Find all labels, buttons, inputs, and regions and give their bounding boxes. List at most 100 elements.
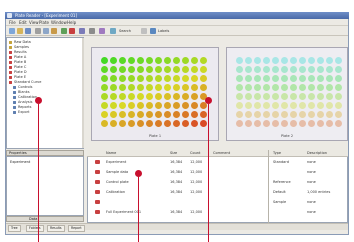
- plate-well[interactable]: [164, 93, 171, 100]
- plate-well[interactable]: [317, 120, 324, 127]
- plate-well[interactable]: [245, 75, 252, 82]
- plate-well[interactable]: [182, 120, 189, 127]
- plate-well[interactable]: [164, 75, 171, 82]
- plate-well[interactable]: [245, 57, 252, 64]
- plate-well[interactable]: [281, 57, 288, 64]
- column-name[interactable]: Name: [106, 151, 116, 155]
- plate-well[interactable]: [137, 66, 144, 73]
- plate-well[interactable]: [272, 84, 279, 91]
- plate-well[interactable]: [272, 120, 279, 127]
- plate-well[interactable]: [281, 111, 288, 118]
- plate-well[interactable]: [281, 84, 288, 91]
- tree-item[interactable]: Standard Curve: [9, 80, 41, 84]
- plate-well[interactable]: [137, 102, 144, 109]
- tree-item[interactable]: Samples: [9, 45, 29, 49]
- plate-well[interactable]: [101, 84, 108, 91]
- plate-well[interactable]: [236, 57, 243, 64]
- plate-well[interactable]: [119, 93, 126, 100]
- stop-icon[interactable]: [69, 28, 75, 34]
- tab-tree[interactable]: Tree: [8, 225, 21, 232]
- plate-well[interactable]: [290, 75, 297, 82]
- menu-edit[interactable]: Edit: [19, 20, 27, 25]
- plate-well[interactable]: [254, 57, 261, 64]
- plate-well[interactable]: [146, 57, 153, 64]
- plate-well[interactable]: [119, 102, 126, 109]
- column-comment[interactable]: Comment: [213, 151, 230, 155]
- plate-well[interactable]: [299, 84, 306, 91]
- plate-well[interactable]: [245, 93, 252, 100]
- plate-well[interactable]: [128, 57, 135, 64]
- plate-well[interactable]: [164, 84, 171, 91]
- plate-well[interactable]: [263, 93, 270, 100]
- plate-well[interactable]: [308, 84, 315, 91]
- plate-well[interactable]: [335, 102, 342, 109]
- plate-well[interactable]: [299, 120, 306, 127]
- menu-window[interactable]: Window: [51, 20, 67, 25]
- plate-well[interactable]: [146, 111, 153, 118]
- properties-panel[interactable]: Experiment: [6, 156, 84, 216]
- plate-well[interactable]: [182, 102, 189, 109]
- plate-well[interactable]: [119, 84, 126, 91]
- plate-well[interactable]: [263, 102, 270, 109]
- tree-item[interactable]: Plate C: [9, 65, 26, 69]
- menu-view[interactable]: View: [29, 20, 39, 25]
- plate-well[interactable]: [128, 120, 135, 127]
- plate-well[interactable]: [290, 66, 297, 73]
- plate-well[interactable]: [245, 120, 252, 127]
- plate-well[interactable]: [317, 102, 324, 109]
- run-icon[interactable]: [61, 28, 67, 34]
- plate-well[interactable]: [263, 111, 270, 118]
- plate-well[interactable]: [317, 75, 324, 82]
- plate-well[interactable]: [254, 84, 261, 91]
- plate-well[interactable]: [155, 102, 162, 109]
- plate-well[interactable]: [110, 57, 117, 64]
- plate-well[interactable]: [245, 66, 252, 73]
- properties-row[interactable]: Experiment: [10, 160, 30, 164]
- plate-well[interactable]: [146, 75, 153, 82]
- plate-well[interactable]: [173, 57, 180, 64]
- plate-well[interactable]: [164, 57, 171, 64]
- plate-well[interactable]: [290, 120, 297, 127]
- plate-well[interactable]: [335, 57, 342, 64]
- plate-well[interactable]: [182, 93, 189, 100]
- plate-well[interactable]: [281, 120, 288, 127]
- plate-well[interactable]: [191, 111, 198, 118]
- new-icon[interactable]: [9, 28, 15, 34]
- plate-well[interactable]: [308, 75, 315, 82]
- plate-well[interactable]: [155, 57, 162, 64]
- plate-well[interactable]: [155, 120, 162, 127]
- plate-well[interactable]: [299, 66, 306, 73]
- plate-well[interactable]: [146, 84, 153, 91]
- plate-well[interactable]: [101, 75, 108, 82]
- plate-well[interactable]: [191, 120, 198, 127]
- plate-well[interactable]: [137, 111, 144, 118]
- plate-well[interactable]: [254, 102, 261, 109]
- paste-icon[interactable]: [51, 28, 57, 34]
- plate-well[interactable]: [290, 57, 297, 64]
- tree-item[interactable]: Plate A: [9, 55, 26, 59]
- plate-well[interactable]: [182, 75, 189, 82]
- plate-well[interactable]: [146, 102, 153, 109]
- plate-well[interactable]: [326, 93, 333, 100]
- plate-well[interactable]: [200, 120, 207, 127]
- plate-well[interactable]: [272, 93, 279, 100]
- plate-well[interactable]: [326, 120, 333, 127]
- tree-scrollbar[interactable]: [82, 38, 84, 148]
- plate-well[interactable]: [281, 75, 288, 82]
- plate-well[interactable]: [173, 102, 180, 109]
- plate-well[interactable]: [173, 84, 180, 91]
- plate-well[interactable]: [173, 66, 180, 73]
- plate-well[interactable]: [245, 111, 252, 118]
- print-icon[interactable]: [89, 28, 95, 34]
- tree-item[interactable]: Raw Data: [9, 40, 31, 44]
- plate-well[interactable]: [236, 75, 243, 82]
- plate-well[interactable]: [281, 102, 288, 109]
- plate-well[interactable]: [299, 93, 306, 100]
- plate-well[interactable]: [254, 111, 261, 118]
- plate-well[interactable]: [272, 57, 279, 64]
- plate-view-2[interactable]: Plate 2: [226, 47, 348, 141]
- plate-well[interactable]: [155, 75, 162, 82]
- plate-well[interactable]: [182, 111, 189, 118]
- plate-well[interactable]: [290, 84, 297, 91]
- plate-well[interactable]: [155, 111, 162, 118]
